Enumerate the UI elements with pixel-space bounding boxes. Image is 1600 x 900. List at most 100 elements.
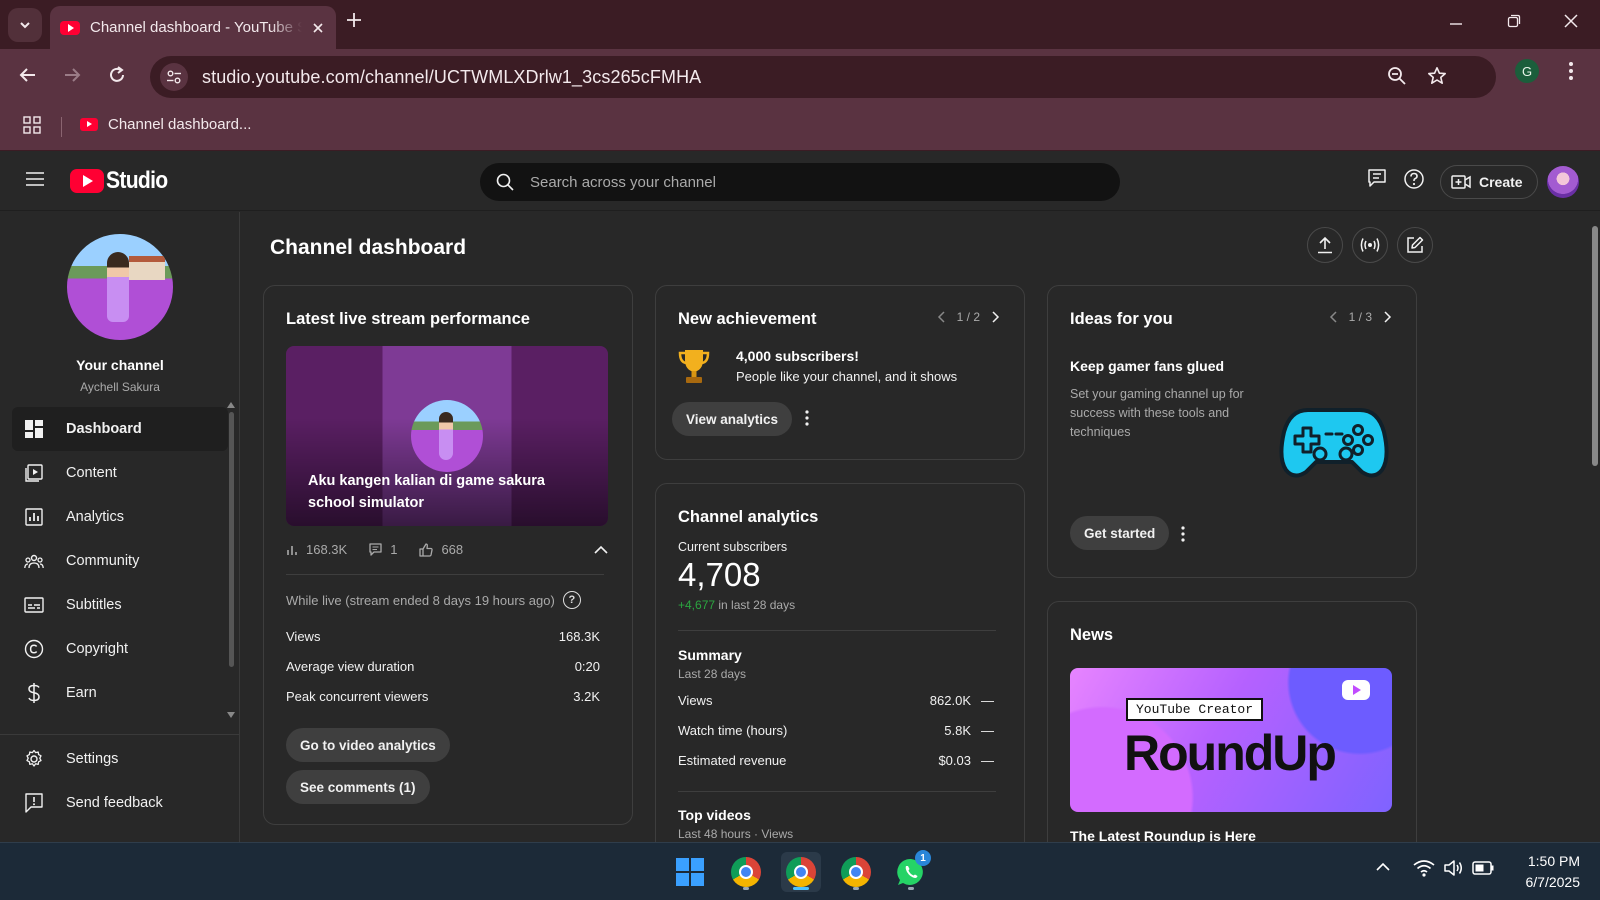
restore-button[interactable] [1507,14,1521,28]
reload-button[interactable] [107,65,127,85]
tab-search-button[interactable] [8,8,42,42]
sidebar-item-analytics[interactable]: Analytics [12,495,228,539]
search-input[interactable] [530,173,1050,191]
sidebar-item-label: Earn [66,685,97,701]
bookmark-star-button[interactable] [1427,66,1447,86]
taskbar-chrome-3[interactable] [836,852,876,892]
channel-handle: Aychell Sakura [80,380,160,394]
search-bar[interactable] [480,163,1120,201]
news-card: News YouTube Creator RoundUp The Latest … [1047,601,1417,842]
video-title: Aku kangen kalian di game sakura school … [308,473,545,511]
back-button[interactable] [18,65,38,85]
thumbnail-avatar [411,400,483,472]
browser-tab[interactable]: Channel dashboard - YouTube Studio [50,6,336,49]
help-icon[interactable]: ? [562,591,581,609]
notification-badge: 1 [915,850,931,866]
view-analytics-button[interactable]: View analytics [672,402,793,436]
show-hidden-icons-button[interactable] [1376,862,1390,872]
summary-period: Last 28 days [678,667,747,681]
banner-tag: YouTube Creator [1126,698,1264,721]
bookmarks-divider [61,117,62,137]
prev-button[interactable] [1329,311,1337,323]
trophy-icon [678,348,710,386]
scroll-up-icon[interactable] [227,402,235,408]
subscribers-label: Current subscribers [678,540,788,554]
feedback-messages-button[interactable] [1367,168,1387,188]
prev-button[interactable] [937,311,945,323]
taskbar-chrome-1[interactable] [726,852,766,892]
taskbar-whatsapp[interactable]: 1 [891,850,931,892]
profile-avatar-button[interactable]: G [1515,59,1539,83]
clock[interactable]: 1:50 PM 6/7/2025 [1488,851,1581,893]
channel-avatar[interactable] [67,234,173,340]
channel-analytics-card: Channel analytics Current subscribers 4,… [655,483,1025,842]
bookmark-label: Channel dashboard... [108,116,252,133]
collapse-button[interactable] [594,545,608,555]
sidebar-item-community[interactable]: Community [12,539,228,583]
account-avatar[interactable] [1547,166,1579,198]
see-comments-button[interactable]: See comments (1) [286,770,430,804]
go-live-button[interactable] [1352,227,1388,263]
next-button[interactable] [992,311,1000,323]
search-icon [496,173,514,191]
taskbar-chrome-2[interactable] [781,852,821,892]
page-title: Channel dashboard [270,236,467,259]
chevron-left-icon [937,311,945,323]
url-text[interactable]: studio.youtube.com/channel/UCTWMLXDrlw1_… [202,67,701,88]
pager-count: 1 / 3 [1348,310,1372,324]
minimize-button[interactable] [1449,14,1463,28]
create-post-button[interactable] [1397,227,1433,263]
sidebar-item-dashboard[interactable]: Dashboard [12,407,228,451]
studio-logo[interactable]: Studio [70,167,176,195]
site-info-button[interactable] [160,63,188,91]
bookmark-channel-dashboard[interactable]: Channel dashboard... [80,116,251,133]
tab-close-button[interactable] [312,22,324,34]
comments-count: 1 [390,542,398,557]
forward-button[interactable] [62,65,82,85]
achievement-more-button[interactable] [805,410,809,426]
subtitles-icon [24,595,44,615]
taskbar: 1 1:50 PM 6/7/2025 [0,842,1600,900]
go-to-video-analytics-button[interactable]: Go to video analytics [286,728,450,762]
zoom-button[interactable] [1387,66,1407,86]
apps-button[interactable] [23,116,41,134]
sidebar-item-settings[interactable]: Settings [12,737,228,781]
create-button[interactable]: Create [1440,165,1538,199]
menu-button[interactable] [25,171,45,187]
sidebar-item-send-feedback[interactable]: Send feedback [12,781,228,825]
get-started-button[interactable]: Get started [1070,516,1170,550]
new-tab-button[interactable] [346,12,362,28]
pager-count: 1 / 2 [956,310,980,324]
volume-button[interactable] [1443,859,1463,877]
news-banner[interactable]: YouTube Creator RoundUp [1070,668,1392,812]
next-button[interactable] [1384,311,1392,323]
channel-name: Your channel [76,357,164,373]
page-scrollbar[interactable] [1590,212,1600,842]
address-bar[interactable]: studio.youtube.com/channel/UCTWMLXDrlw1_… [150,56,1496,98]
help-button[interactable] [1403,168,1425,190]
trend-indicator: — [981,753,994,768]
upload-button[interactable] [1307,227,1343,263]
video-thumbnail[interactable]: Aku kangen kalian di game sakura school … [286,346,608,526]
metric-value: 168.3K [558,629,600,644]
trend-indicator: — [981,723,994,738]
news-caption[interactable]: The Latest Roundup is Here [1070,828,1256,842]
sidebar-item-subtitles[interactable]: Subtitles [12,583,228,627]
scroll-down-icon[interactable] [227,712,235,718]
sidebar: Your channel Aychell Sakura Dashboard Co… [0,212,240,842]
delta-suffix: in last 28 days [715,598,796,612]
sidebar-scrollbar[interactable] [229,412,234,667]
sidebar-item-content[interactable]: Content [12,451,228,495]
close-window-button[interactable] [1564,14,1578,28]
sidebar-item-label: Subtitles [66,597,122,613]
ideas-more-button[interactable] [1181,526,1185,542]
video-stats-row: 168.3K 1 668 [286,542,485,557]
sidebar-item-copyright[interactable]: Copyright [12,627,228,671]
start-button[interactable] [670,852,710,892]
card-title: Ideas for you [1070,310,1173,328]
metric-label: Views [286,629,321,644]
while-live-note: While live (stream ended 8 days 19 hours… [286,591,581,609]
sidebar-item-earn[interactable]: Earn [12,671,228,715]
wifi-button[interactable] [1413,859,1435,877]
browser-menu-button[interactable] [1568,61,1574,81]
